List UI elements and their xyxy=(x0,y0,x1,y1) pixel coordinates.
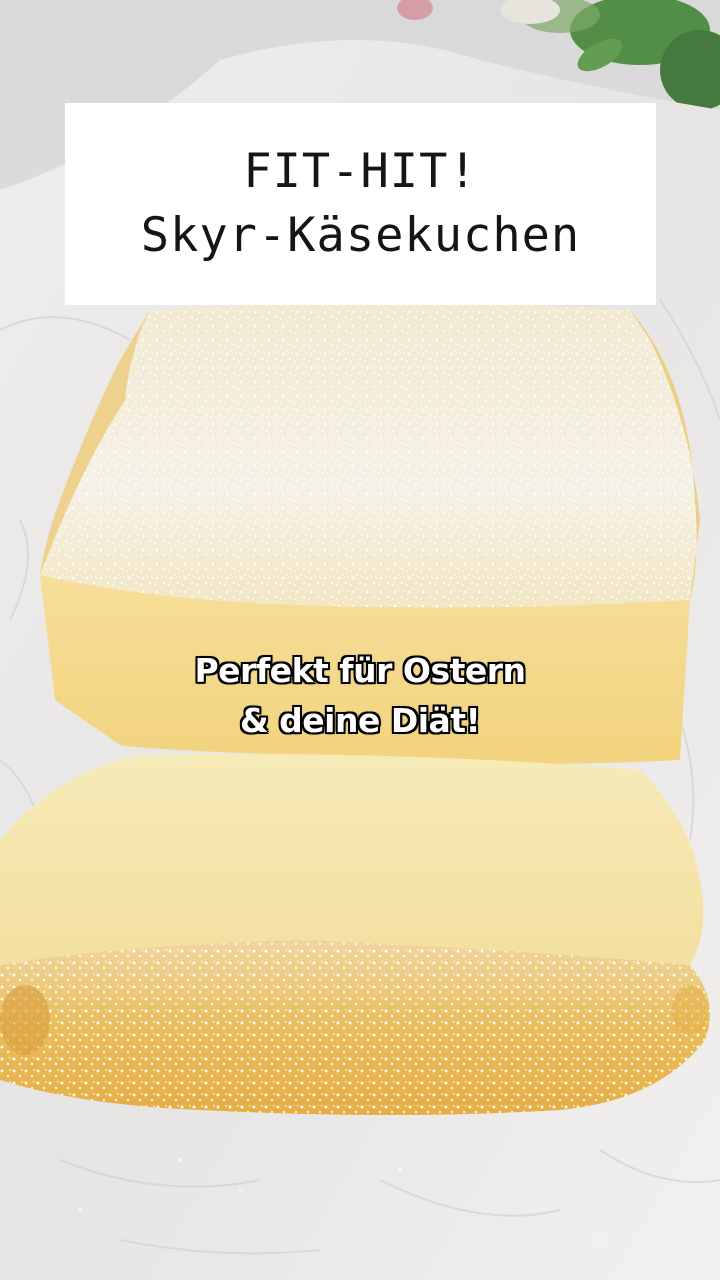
title-line-1: FIT-HIT! xyxy=(243,144,478,199)
caption-line-2: & deine Diät! xyxy=(239,701,481,740)
caption-line-1: Perfekt für Ostern xyxy=(194,651,526,690)
title-line-2: Skyr-Käsekuchen xyxy=(140,208,581,263)
video-frame: FIT-HIT! Skyr-Käsekuchen Perfekt für Ost… xyxy=(0,0,720,1280)
title-card: FIT-HIT! Skyr-Käsekuchen xyxy=(65,103,656,305)
caption-overlay: Perfekt für Ostern & deine Diät! xyxy=(0,646,720,746)
